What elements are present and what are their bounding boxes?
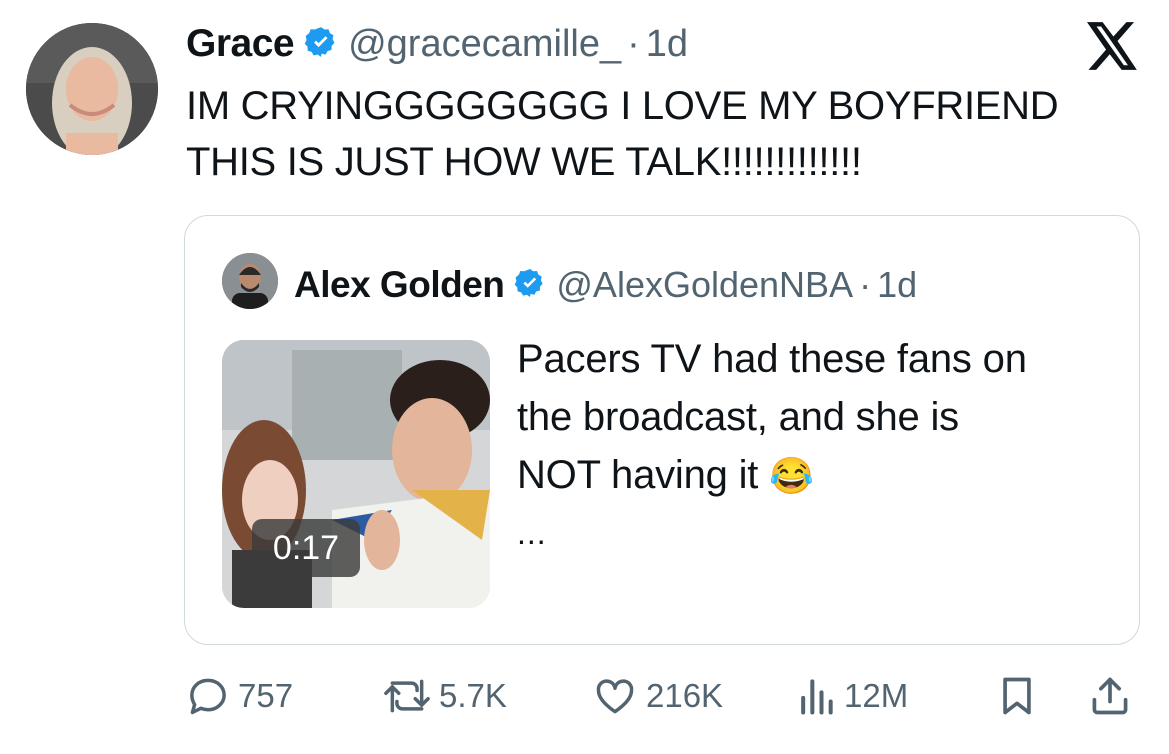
- quoted-author-name[interactable]: Alex Golden: [294, 264, 505, 306]
- quoted-tweet-header: Alex Golden @AlexGoldenNBA · 1d: [294, 259, 917, 311]
- quoted-author-avatar[interactable]: [222, 253, 278, 309]
- reply-icon: [186, 674, 230, 718]
- verified-badge-icon: [304, 25, 338, 64]
- like-button[interactable]: 216K: [592, 668, 723, 724]
- reply-button[interactable]: 757: [186, 668, 293, 724]
- quoted-tweet-age[interactable]: 1d: [877, 264, 917, 306]
- bookmark-icon: [997, 674, 1037, 718]
- quoted-text-line: NOT having it 😂: [517, 446, 1117, 505]
- views-button[interactable]: 12M: [796, 668, 908, 724]
- separator: ·: [627, 22, 640, 65]
- views-count: 12M: [844, 677, 909, 714]
- repost-button[interactable]: 5.7K: [383, 668, 507, 724]
- show-more-ellipsis[interactable]: ...: [517, 515, 547, 552]
- tweet-age[interactable]: 1d: [646, 23, 688, 66]
- share-icon: [1088, 674, 1132, 718]
- like-icon: [592, 674, 638, 718]
- quoted-text-line: Pacers TV had these fans on: [517, 337, 1027, 381]
- quoted-text-line-3: NOT having it: [517, 453, 759, 497]
- verified-badge-icon: [514, 267, 546, 304]
- reply-count: 757: [238, 677, 294, 714]
- tweet-text: IM CRYINGGGGGGGG I LOVE MY BOYFRIEND THI…: [186, 78, 1146, 190]
- views-icon: [796, 674, 836, 718]
- author-handle[interactable]: @gracecamille_: [348, 23, 621, 66]
- repost-icon: [383, 674, 431, 718]
- repost-count: 5.7K: [439, 677, 507, 714]
- like-count: 216K: [646, 677, 724, 714]
- author-avatar[interactable]: [26, 23, 158, 155]
- bookmark-button[interactable]: [997, 668, 1037, 724]
- share-button[interactable]: [1088, 668, 1132, 724]
- video-duration-badge: 0:17: [252, 519, 360, 577]
- author-name[interactable]: Grace: [186, 22, 295, 66]
- tweet-text-line: THIS IS JUST HOW WE TALK!!!!!!!!!!!!!: [186, 140, 862, 184]
- tweet-text-line: IM CRYINGGGGGGGG I LOVE MY BOYFRIEND: [186, 84, 1059, 128]
- tweet-header: Grace @gracecamille_ · 1d: [186, 18, 688, 70]
- quoted-tweet-text: Pacers TV had these fans on the broadcas…: [517, 330, 1117, 505]
- laughing-emoji: 😂: [769, 455, 814, 496]
- x-logo-icon[interactable]: [1087, 22, 1139, 70]
- quoted-author-handle[interactable]: @AlexGoldenNBA: [556, 264, 853, 306]
- quoted-text-line: the broadcast, and she is: [517, 395, 959, 439]
- separator: ·: [859, 264, 872, 305]
